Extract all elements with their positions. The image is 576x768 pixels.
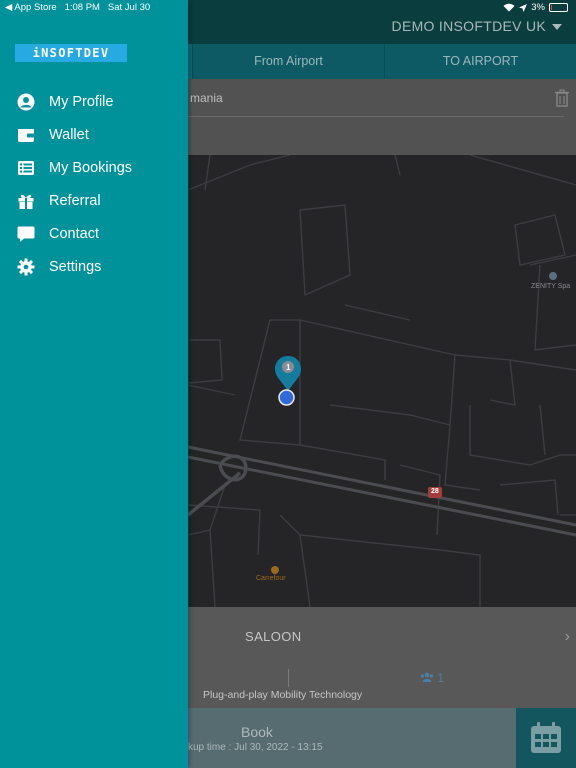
vehicle-type[interactable]: SALOON	[245, 629, 302, 644]
menu-item-wallet[interactable]: Wallet	[0, 118, 188, 151]
status-bar: ◀ App Store 1:08 PM Sat Jul 30 3%	[0, 0, 576, 16]
tab-from-airport[interactable]: From Airport	[192, 44, 384, 79]
gift-icon	[17, 192, 35, 210]
menu-item-my-bookings[interactable]: My Bookings	[0, 151, 188, 184]
caret-down-icon	[552, 24, 562, 31]
brand-logo: iNSOFTDEV	[15, 44, 127, 62]
menu-label-contact: Contact	[49, 225, 99, 242]
wallet-icon	[17, 126, 35, 144]
side-drawer: iNSOFTDEV My Profile Wallet My Bookings …	[0, 0, 188, 768]
location-pin-icon[interactable]	[275, 356, 301, 391]
gear-icon	[17, 258, 35, 276]
schedule-button[interactable]	[516, 708, 576, 768]
battery-icon	[549, 3, 568, 12]
company-name: DEMO INSOFTDEV UK	[391, 18, 546, 34]
menu-item-referral[interactable]: Referral	[0, 184, 188, 217]
list-icon	[17, 159, 35, 177]
tab-to-airport[interactable]: TO AIRPORT	[384, 44, 576, 79]
book-label: Book	[241, 724, 273, 740]
vehicle-divider	[288, 669, 289, 687]
current-location-dot	[278, 389, 295, 406]
pin-label: 1	[286, 363, 291, 372]
company-selector[interactable]: DEMO INSOFTDEV UK	[392, 18, 562, 34]
menu-label-my-profile: My Profile	[49, 93, 114, 110]
chevron-right-icon[interactable]: ›	[565, 628, 570, 646]
menu-label-settings: Settings	[49, 258, 102, 275]
passenger-count: 1	[420, 671, 444, 685]
chat-icon	[17, 225, 35, 243]
menu-label-my-bookings: My Bookings	[49, 159, 133, 176]
pickup-time: ckup time : Jul 30, 2022 - 13:15	[183, 742, 323, 753]
menu-label-wallet: Wallet	[49, 126, 89, 143]
shop-icon	[271, 566, 279, 574]
back-to-app-store[interactable]: ◀ App Store	[5, 2, 57, 13]
menu-item-my-profile[interactable]: My Profile	[0, 85, 188, 118]
status-date: Sat Jul 30	[107, 2, 151, 13]
calendar-icon	[531, 722, 561, 753]
menu-item-contact[interactable]: Contact	[0, 217, 188, 250]
users-icon	[420, 672, 434, 682]
status-time: 1:08 PM	[64, 2, 100, 13]
poi-zenity-spa: ZENITY Spa	[531, 283, 571, 290]
menu-item-settings[interactable]: Settings	[0, 250, 188, 283]
battery-percent: 3%	[531, 2, 545, 13]
tagline: Plug-and-play Mobility Technology	[203, 689, 363, 701]
drawer-menu: My Profile Wallet My Bookings Referral C…	[0, 85, 188, 283]
location-arrow-icon	[519, 3, 528, 12]
spa-icon	[549, 272, 557, 280]
road-badge-label: 28	[431, 488, 439, 495]
trash-icon[interactable]	[554, 89, 570, 107]
profile-icon	[17, 93, 35, 111]
menu-label-referral: Referral	[49, 192, 101, 209]
poi-carrefour: Carrefour	[256, 575, 286, 582]
address-divider	[180, 116, 564, 117]
pickup-address[interactable]: mania	[190, 91, 223, 105]
wifi-icon	[503, 3, 515, 12]
passenger-count-value: 1	[437, 671, 445, 685]
